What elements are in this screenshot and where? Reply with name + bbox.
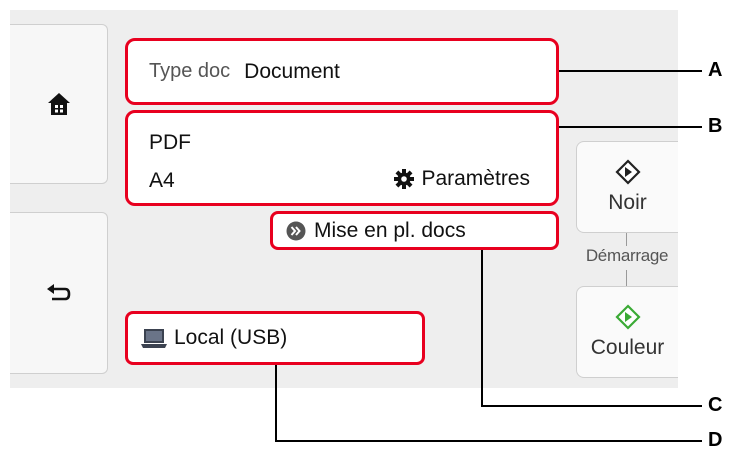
callout-letter-d: D	[708, 429, 723, 451]
divider-line	[626, 233, 627, 246]
start-diamond-icon	[614, 304, 641, 330]
color-start-button[interactable]: Couleur	[576, 286, 678, 378]
save-location-label: Local (USB)	[174, 326, 288, 349]
callout-letter-b: B	[708, 115, 723, 137]
document-placement-button[interactable]: Mise en pl. docs	[270, 211, 559, 250]
black-start-button[interactable]: Noir	[576, 141, 678, 233]
file-format-value: PDF	[149, 131, 191, 154]
settings-label: Paramètres	[421, 167, 530, 190]
paper-size-value: A4	[149, 169, 175, 192]
document-type-value: Document	[244, 59, 340, 83]
document-placement-label: Mise en pl. docs	[314, 218, 466, 242]
callout-line-c	[481, 405, 702, 407]
home-button[interactable]	[10, 24, 108, 184]
home-icon	[47, 93, 70, 115]
computer-icon	[141, 329, 167, 348]
start-diamond-icon	[614, 159, 641, 185]
save-location-setting[interactable]: Local (USB)	[125, 311, 425, 365]
callout-line-c	[481, 250, 483, 406]
document-type-setting[interactable]: Type doc Document	[125, 38, 559, 105]
start-label: Démarrage	[585, 246, 669, 265]
callout-letter-a: A	[708, 59, 723, 81]
callout-line-d	[275, 365, 277, 441]
callout-letter-c: C	[708, 394, 723, 416]
color-start-label: Couleur	[590, 336, 665, 359]
back-arrow-icon	[46, 284, 70, 301]
callout-line-a	[559, 70, 702, 72]
double-chevron-icon	[286, 221, 306, 240]
document-type-label: Type doc	[149, 60, 231, 82]
back-button[interactable]	[10, 212, 108, 374]
settings-button[interactable]: Paramètres	[393, 167, 530, 191]
black-start-label: Noir	[608, 191, 647, 214]
divider-line	[626, 270, 627, 286]
gear-icon	[394, 169, 415, 189]
callout-line-b	[559, 126, 702, 128]
callout-line-d	[275, 440, 702, 442]
scan-settings-panel[interactable]: PDF A4 Paramètres	[125, 110, 559, 206]
